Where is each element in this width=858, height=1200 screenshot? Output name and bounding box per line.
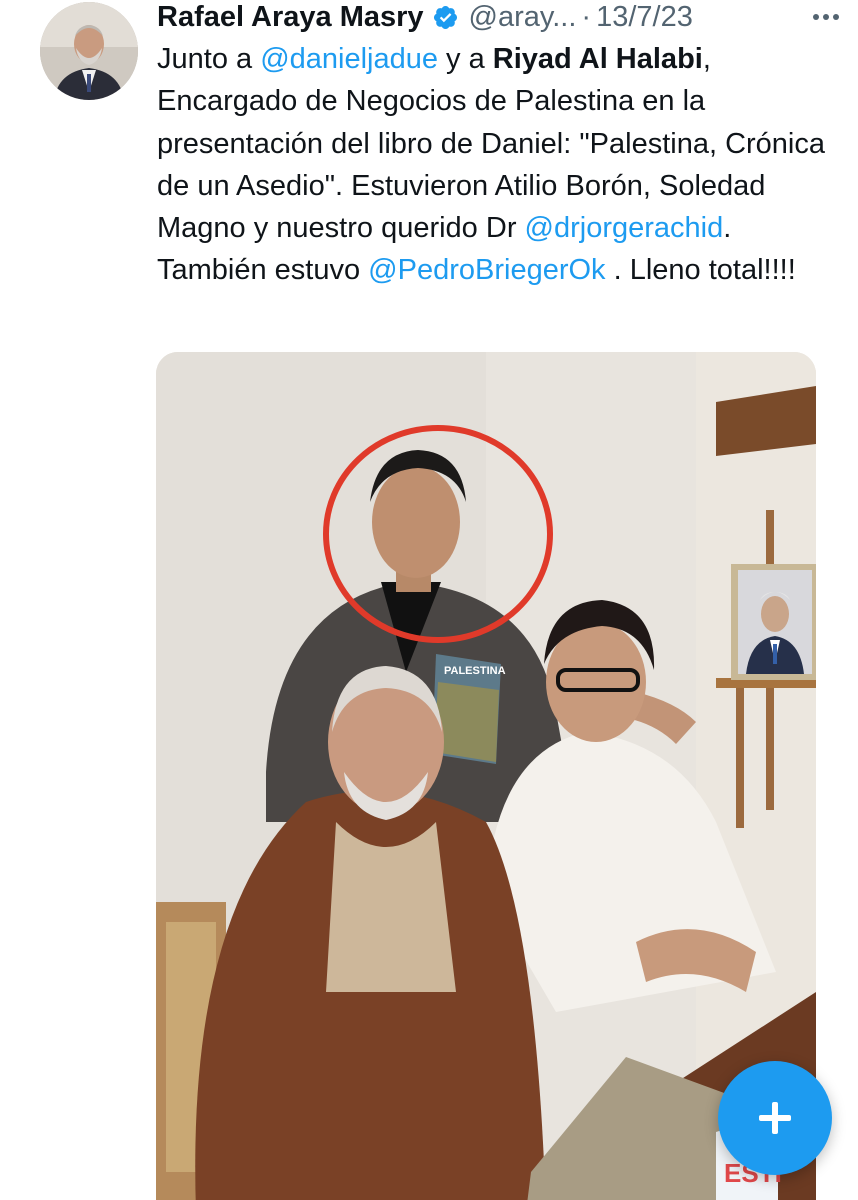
more-options-icon[interactable] (813, 14, 839, 20)
mention-pedrobriegerok[interactable]: @PedroBriegerOk (368, 254, 605, 286)
separator-dot: · (581, 0, 592, 33)
plus-icon (759, 1102, 791, 1134)
text-segment: y a (437, 43, 493, 75)
compose-button[interactable] (718, 1061, 832, 1175)
author-avatar[interactable] (40, 2, 138, 100)
mention-drjorgerachid[interactable]: @drjorgerachid (525, 212, 724, 244)
verified-badge-icon (432, 4, 459, 31)
photo-illustration: PALESTINA ESTI (156, 352, 816, 1200)
text-segment: Junto a (157, 43, 261, 75)
text-segment: . Lleno total!!!! (605, 254, 796, 287)
tweet-photo[interactable]: PALESTINA ESTI (156, 352, 816, 1200)
framed-portrait (731, 564, 816, 680)
author-name[interactable]: Rafael Araya Masry (157, 1, 424, 34)
bold-name: Riyad Al Halabi (492, 43, 703, 75)
tweet-text: Junto a @danieljadue y a Riyad Al Halabi… (157, 38, 837, 292)
mention-danieljadue[interactable]: @danieljadue (260, 43, 438, 75)
tweet-header: Rafael Araya Masry @aray... · 13/7/23 (157, 0, 847, 34)
avatar-image (40, 2, 138, 100)
author-handle[interactable]: @aray... (469, 1, 577, 34)
book-title: PALESTINA (444, 665, 506, 677)
tweet-date[interactable]: 13/7/23 (596, 1, 693, 34)
